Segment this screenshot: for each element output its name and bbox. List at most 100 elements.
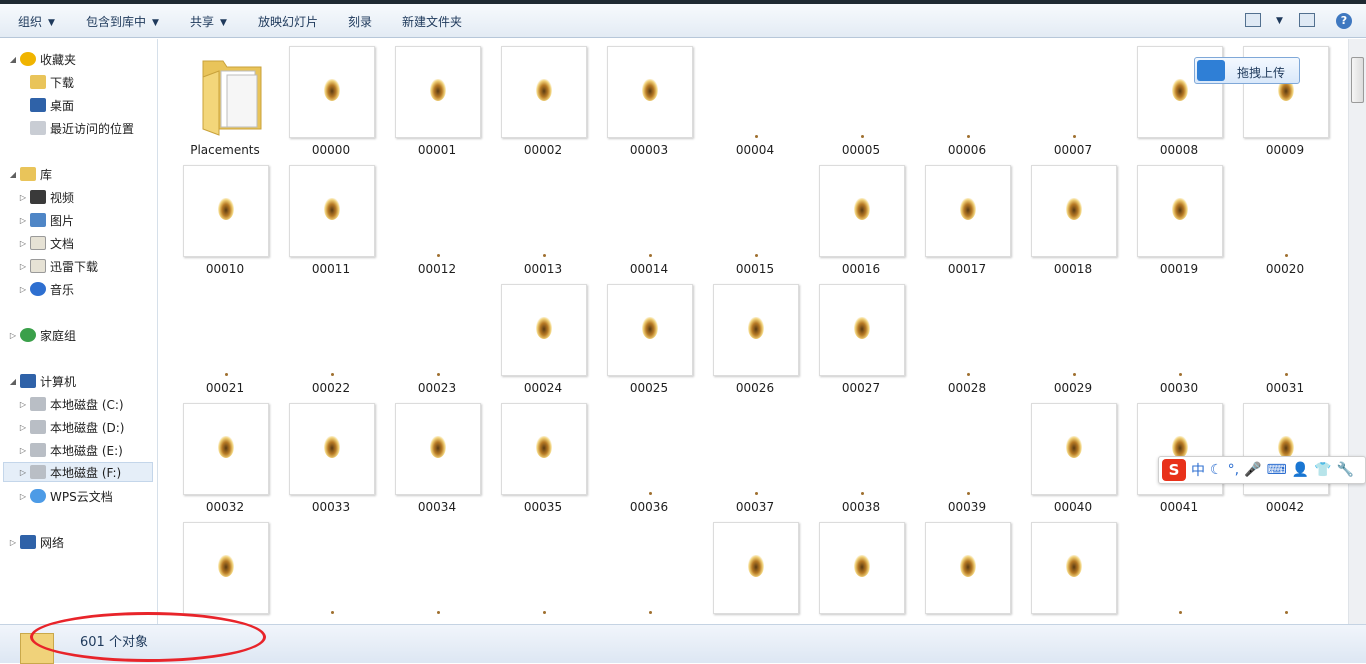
file-item[interactable]: 00039 [915,396,1019,514]
expander-icon[interactable]: ▷ [18,492,28,501]
expander-icon[interactable]: ▷ [18,239,28,248]
preview-pane-icon[interactable] [1299,13,1315,27]
expander-icon[interactable]: ◢ [8,377,18,386]
nav-drive-f[interactable]: ▷ 本地磁盘 (F:) [3,462,153,482]
file-item[interactable]: 00012 [385,158,489,276]
nav-recent[interactable]: 最近访问的位置 [18,118,134,138]
expander-icon[interactable]: ▷ [8,331,18,340]
file-item[interactable]: 00025 [597,277,701,395]
file-item[interactable]: 00014 [597,158,701,276]
file-item[interactable]: 00040 [1021,396,1125,514]
wrench-icon[interactable]: 🔧 [1337,462,1354,478]
expander-icon[interactable]: ▷ [18,423,28,432]
nav-desktop[interactable]: 桌面 [18,95,74,115]
expander-icon[interactable]: ◢ [8,170,18,179]
file-item[interactable] [385,515,489,624]
file-item[interactable] [1127,515,1231,624]
expander-icon[interactable]: ▷ [18,468,28,477]
file-item[interactable]: 00035 [491,396,595,514]
file-item[interactable] [1233,515,1337,624]
slideshow-button[interactable]: 放映幻灯片 [258,13,318,30]
file-item[interactable]: 00002 [491,39,595,157]
nav-wps-cloud[interactable]: ▷ WPS云文档 [18,486,113,506]
skin-icon[interactable]: 👕 [1314,462,1331,478]
file-item[interactable]: 00000 [279,39,383,157]
file-item[interactable]: 00024 [491,277,595,395]
view-dropdown[interactable]: ▼ [1270,13,1283,27]
nav-thunder[interactable]: ▷ 迅雷下载 [18,256,98,276]
nav-network[interactable]: ▷ 网络 [8,532,64,552]
file-item[interactable]: 00031 [1233,277,1337,395]
expander-icon[interactable]: ▷ [18,285,28,294]
nav-music[interactable]: ▷ 音乐 [18,279,74,299]
file-item[interactable]: 00030 [1127,277,1231,395]
file-item[interactable]: 00010 [173,158,277,276]
scrollbar-thumb[interactable] [1351,57,1364,103]
file-item[interactable]: 00038 [809,396,913,514]
vertical-scrollbar[interactable] [1348,39,1366,624]
expander-icon[interactable]: ▷ [18,216,28,225]
help-icon[interactable]: ? [1336,13,1352,29]
file-item[interactable]: 00021 [173,277,277,395]
file-item[interactable]: 00037 [703,396,807,514]
nav-computer[interactable]: ◢ 计算机 [8,371,76,391]
file-item[interactable] [703,515,807,624]
file-item[interactable]: 00015 [703,158,807,276]
include-library-menu[interactable]: 包含到库中 ▼ [86,13,159,30]
expander-icon[interactable]: ▷ [8,538,18,547]
nav-documents[interactable]: ▷ 文档 [18,233,74,253]
organize-menu[interactable]: 组织 ▼ [18,13,55,30]
expander-icon[interactable]: ▷ [18,400,28,409]
file-item[interactable] [915,515,1019,624]
file-item[interactable]: 00006 [915,39,1019,157]
file-item[interactable]: 00042 [1233,396,1337,514]
file-item[interactable] [809,515,913,624]
user-icon[interactable]: 👤 [1292,462,1309,478]
nav-drive-e[interactable]: ▷ 本地磁盘 (E:) [18,440,123,460]
file-item[interactable]: 00011 [279,158,383,276]
expander-icon[interactable]: ▷ [18,446,28,455]
file-item[interactable] [173,515,277,624]
file-item[interactable]: 00032 [173,396,277,514]
file-item[interactable]: 00023 [385,277,489,395]
nav-homegroup[interactable]: ▷ 家庭组 [8,325,76,345]
nav-drive-c[interactable]: ▷ 本地磁盘 (C:) [18,394,124,414]
expander-icon[interactable]: ▷ [18,262,28,271]
file-item[interactable]: 00020 [1233,158,1337,276]
nav-downloads[interactable]: 下载 [18,72,74,92]
file-item[interactable]: 00033 [279,396,383,514]
file-item[interactable]: 00028 [915,277,1019,395]
file-item[interactable]: 00029 [1021,277,1125,395]
file-item[interactable]: 00004 [703,39,807,157]
nav-drive-d[interactable]: ▷ 本地磁盘 (D:) [18,417,124,437]
file-item[interactable] [597,515,701,624]
file-item[interactable]: 00027 [809,277,913,395]
file-item[interactable]: 00026 [703,277,807,395]
file-item[interactable]: 00001 [385,39,489,157]
view-options-icon[interactable] [1245,13,1261,27]
moon-icon[interactable]: ☾ [1210,462,1223,478]
ime-toolbar[interactable]: S 中 ☾ °, 🎤 ⌨ 👤 👕 🔧 [1158,456,1366,484]
file-item[interactable] [1021,515,1125,624]
file-item[interactable]: 00003 [597,39,701,157]
file-item[interactable]: 00022 [279,277,383,395]
nav-favorites[interactable]: ◢ 收藏夹 [8,49,76,69]
file-item[interactable]: 00018 [1021,158,1125,276]
file-item[interactable]: 00019 [1127,158,1231,276]
expander-icon[interactable]: ◢ [8,55,18,64]
nav-pictures[interactable]: ▷ 图片 [18,210,74,230]
ime-mode-toggle[interactable]: 中 [1191,460,1205,480]
burn-button[interactable]: 刻录 [348,13,372,30]
file-item[interactable]: 00007 [1021,39,1125,157]
file-item[interactable] [491,515,595,624]
nav-libraries[interactable]: ◢ 库 [8,164,52,184]
file-item[interactable]: 00016 [809,158,913,276]
nav-videos[interactable]: ▷ 视频 [18,187,74,207]
file-item[interactable]: 00017 [915,158,1019,276]
file-item[interactable]: 00041 [1127,396,1231,514]
new-folder-button[interactable]: 新建文件夹 [402,13,462,30]
share-menu[interactable]: 共享 ▼ [190,13,227,30]
microphone-icon[interactable]: 🎤 [1244,462,1261,478]
file-item[interactable] [279,515,383,624]
file-item[interactable]: 00034 [385,396,489,514]
